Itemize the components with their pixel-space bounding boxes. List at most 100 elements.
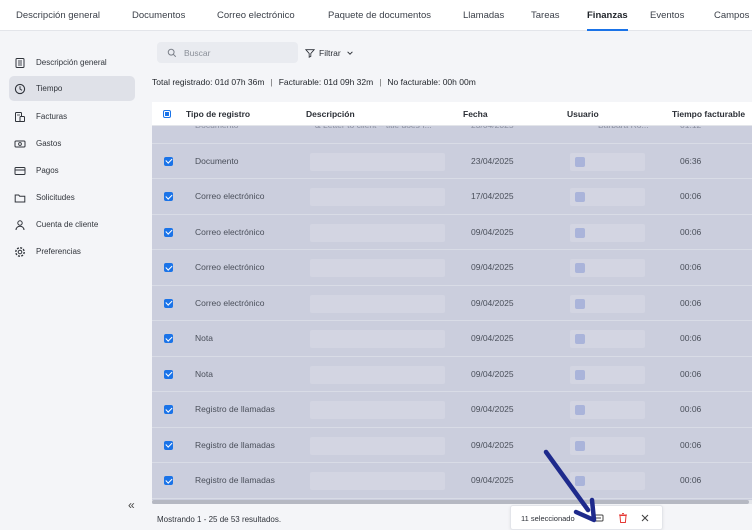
row-checkbox[interactable] [164,405,173,414]
close-selection-button[interactable] [639,512,651,524]
separator: | [379,77,382,87]
row-checkbox[interactable] [164,227,173,237]
tab-llamadas[interactable]: Llamadas [463,0,504,31]
trash-icon [619,513,627,523]
total-registered: Total registrado: 01d 07h 36m [152,77,265,87]
table-row[interactable]: Nota 09/04/2025 00:06 [152,321,752,357]
column-header[interactable]: Descripción [306,102,355,126]
column-header[interactable]: Tipo de registro [186,102,250,126]
row-billable-time: 00:06 [680,297,702,308]
row-billable-time: 00:06 [680,439,702,450]
user-icon [14,219,26,231]
row-checkbox[interactable] [164,334,173,343]
scrollbar-thumb[interactable] [152,500,749,504]
sidebar-item-descripci-n-general[interactable]: Descripción general [9,50,135,75]
table-row[interactable]: Documento 23/04/2025 06:36 [152,144,752,179]
clock-icon [14,83,26,95]
row-date: 09/04/2025 [471,226,514,237]
table-header: Tipo de registro Descripción Fecha Usuario T… [152,102,752,126]
redacted-description [310,401,445,419]
search-placeholder: Buscar [184,47,211,58]
table-row[interactable]: Registro de llamadas 09/04/2025 00:06 [152,463,752,499]
document-list-icon [14,57,26,69]
tab-eventos[interactable]: Eventos [650,0,684,31]
table-row[interactable]: Registro de llamadas 09/04/2025 00:06 [152,428,752,463]
row-checkbox[interactable] [164,476,173,485]
row-date: 09/04/2025 [471,404,514,414]
row-type: Documento [195,126,238,144]
search-icon [167,48,177,57]
sidebar-item-label: Solicitudes [36,193,75,202]
sidebar-item-label: Preferencias [36,247,81,256]
total-billable: Facturable: 01d 09h 32m [278,77,374,87]
row-date: 17/04/2025 [471,191,514,201]
row-checkbox[interactable] [164,298,173,308]
column-header[interactable]: Usuario [567,102,599,126]
sidebar-item-label: Tiempo [36,84,63,93]
redacted-user [570,259,645,277]
row-description: & Letter to client – title does f... [315,126,432,144]
row-type: Correo electrónico [195,191,265,201]
row-checkbox[interactable] [164,156,173,166]
collapse-sidebar-button[interactable]: « [128,498,135,512]
delete-button[interactable] [617,512,629,524]
row-checkbox[interactable] [164,263,173,272]
tab-documentos[interactable]: Documentos [132,0,185,31]
redacted-user [570,223,645,242]
table-row[interactable]: Registro de llamadas 09/04/2025 00:06 [152,392,752,428]
tab-tareas[interactable]: Tareas [531,0,560,31]
row-type: Registro de llamadas [195,439,275,450]
table-row[interactable]: Documento & Letter to client – title does… [152,126,752,144]
chevron-down-icon [346,50,353,55]
tab-finanzas[interactable]: Finanzas [587,0,628,31]
row-type: Nota [195,368,213,379]
avatar [575,192,585,202]
row-user: Barbara Ro... [598,126,649,144]
sidebar-item-preferencias[interactable]: Preferencias [9,239,135,264]
table-row[interactable]: Correo electrónico 17/04/2025 00:06 [152,179,752,215]
table-row[interactable]: Correo electrónico 09/04/2025 00:06 [152,286,752,321]
sidebar-item-pagos[interactable]: Pagos [9,158,135,183]
avatar [575,298,585,309]
redacted-description [310,330,445,348]
sidebar-item-tiempo[interactable]: Tiempo [9,76,135,101]
tab-campos[interactable]: Campos [714,0,749,31]
sidebar-item-cuenta-de-cliente[interactable]: Cuenta de cliente [9,212,135,237]
search-input[interactable]: Buscar [157,42,298,63]
column-header[interactable]: Tiempo facturable [672,102,745,126]
redacted-user [570,294,645,313]
column-header[interactable]: Fecha [463,102,488,126]
avatar [575,263,585,273]
row-billable-time: 00:06 [680,226,702,237]
sidebar-item-facturas[interactable]: Facturas [9,104,135,129]
filter-icon [305,48,315,58]
sidebar-item-solicitudes[interactable]: Solicitudes [9,185,135,210]
row-type: Correo electrónico [195,297,265,308]
folder-icon [14,192,26,204]
time-totals: Total registrado: 01d 07h 36m | Facturable… [152,77,476,87]
row-type: Registro de llamadas [195,475,275,485]
filter-button[interactable]: Filtrar [305,42,358,63]
tab-descripci-n-general[interactable]: Descripción general [16,0,100,31]
table-row[interactable]: Correo electrónico 09/04/2025 00:06 [152,250,752,286]
total-non-billable: No facturable: 00h 00m [387,77,476,87]
time-entries-table: Documento & Letter to client – title does… [152,126,752,500]
row-billable-time: 00:06 [680,191,702,201]
select-all-checkbox[interactable] [163,110,171,118]
row-checkbox[interactable] [164,440,173,450]
row-date: 09/04/2025 [471,262,514,272]
horizontal-scrollbar[interactable] [152,500,752,504]
row-billable-time: 06:36 [680,155,702,166]
sidebar-item-gastos[interactable]: Gastos [9,131,135,156]
tab-correo-electr-nico[interactable]: Correo electrónico [217,0,295,31]
row-checkbox[interactable] [164,369,173,379]
sidebar-item-label: Facturas [36,112,68,121]
row-checkbox[interactable] [164,192,173,201]
redacted-description [310,259,445,277]
redacted-user [570,188,645,206]
row-billable-time: 00:06 [680,368,702,379]
top-navigation: Descripción general Documentos Correo elec… [0,0,752,31]
table-row[interactable]: Correo electrónico 09/04/2025 00:06 [152,215,752,250]
tab-paquete-de-documentos[interactable]: Paquete de documentos [328,0,431,31]
table-row[interactable]: Nota 09/04/2025 00:06 [152,357,752,392]
